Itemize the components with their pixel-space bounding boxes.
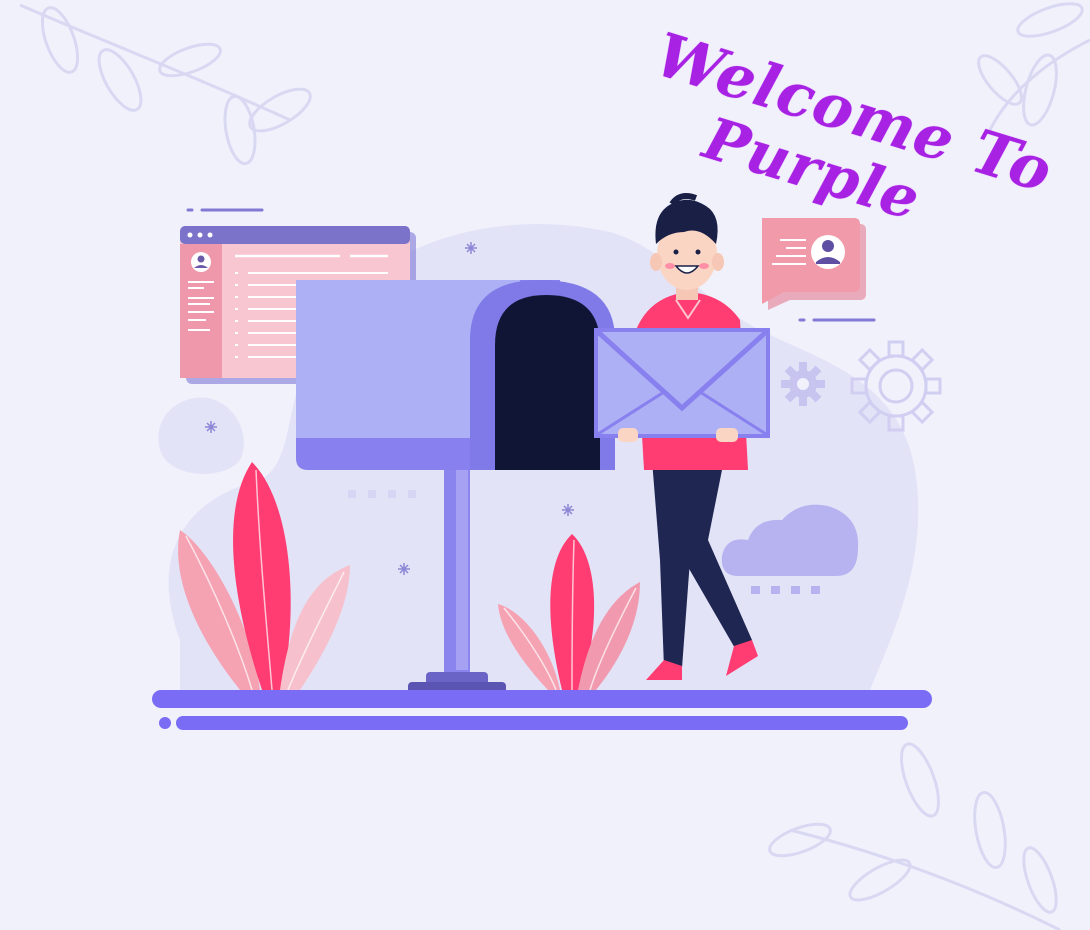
gear-small-icon bbox=[781, 362, 825, 406]
ground-bar bbox=[152, 690, 932, 730]
envelope-icon bbox=[594, 328, 770, 442]
leaf-branch-top-left-icon bbox=[19, 3, 312, 166]
leaf-branch-top-right-icon bbox=[977, 2, 1090, 131]
gear-large-outline-icon bbox=[850, 340, 942, 432]
background-blob-small bbox=[158, 397, 244, 474]
leaf-branch-bottom-right-icon bbox=[768, 742, 1061, 930]
chat-bubble-user-icon bbox=[762, 218, 866, 310]
